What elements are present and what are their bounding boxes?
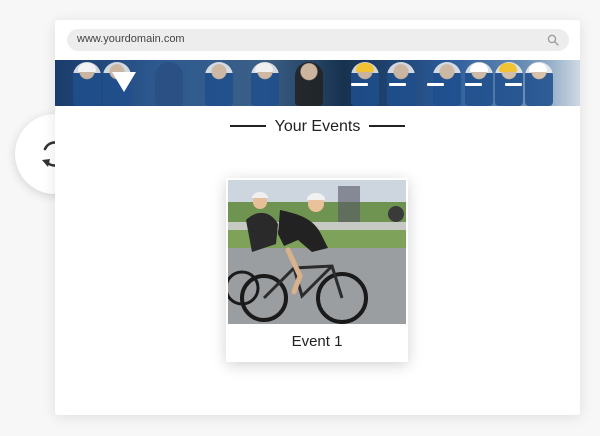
title-divider-right	[369, 124, 406, 127]
road-cyclists-photo	[228, 180, 406, 324]
nav-dash-2[interactable]	[389, 83, 406, 86]
title-divider-left	[229, 124, 266, 127]
nav-dash-5[interactable]	[505, 83, 522, 86]
section-title-text: Your Events	[274, 118, 361, 135]
event-card[interactable]: Event 1	[226, 178, 408, 362]
nav-dash-4[interactable]	[465, 83, 482, 86]
address-bar[interactable]: www.yourdomain.com	[67, 29, 569, 51]
browser-window: www.yourdomain.com Your Events Event 1	[55, 20, 580, 415]
url-text: www.yourdomain.com	[77, 33, 185, 45]
section-title: Your Events	[55, 118, 580, 136]
nav-dash-1[interactable]	[351, 83, 368, 86]
dropdown-triangle-icon[interactable]	[112, 72, 136, 92]
event-card-label: Event 1	[291, 333, 343, 350]
nav-dash-3[interactable]	[427, 83, 444, 86]
search-icon[interactable]	[547, 34, 559, 46]
